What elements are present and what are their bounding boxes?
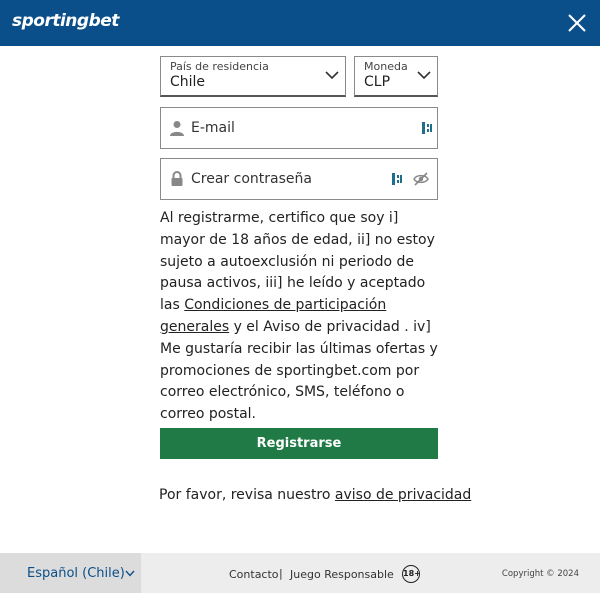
currency-label: Moneda (364, 60, 408, 73)
password-manager-icon[interactable] (391, 172, 403, 186)
password-manager-icon[interactable] (421, 121, 433, 135)
contact-link[interactable]: Contacto (229, 568, 279, 581)
privacy-text: Por favor, revisa nuestro (159, 487, 335, 503)
chevron-down-icon (325, 71, 339, 80)
sportingbet-logo[interactable]: sportingbet (12, 11, 119, 31)
register-button[interactable]: Registrarse (160, 428, 438, 459)
footer: Español (Chile) Contacto | Juego Respons… (0, 553, 600, 593)
header: sportingbet (0, 0, 600, 46)
currency-select[interactable]: Moneda CLP (354, 56, 438, 97)
eye-off-icon[interactable] (413, 172, 429, 186)
chevron-down-icon (125, 570, 135, 577)
password-input[interactable] (191, 159, 391, 199)
age-18-badge-icon: 18+ (402, 565, 421, 583)
currency-value: CLP (364, 74, 391, 90)
country-label: País de residencia (170, 60, 269, 73)
lock-icon (171, 171, 183, 186)
close-icon[interactable] (566, 12, 588, 34)
country-select[interactable]: País de residencia Chile (160, 56, 346, 97)
chevron-down-icon (417, 71, 431, 80)
logo-text-b: bet (88, 11, 120, 31)
logo-text-a: sporting (12, 11, 89, 31)
language-label: Español (Chile) (27, 566, 125, 581)
privacy-link[interactable]: aviso de privacidad (335, 487, 471, 503)
password-field (160, 158, 438, 200)
email-input[interactable] (191, 108, 391, 148)
copyright: Copyright © 2024 (501, 569, 579, 579)
country-value: Chile (170, 74, 206, 90)
privacy-notice: Por favor, revisa nuestro aviso de priva… (159, 487, 471, 503)
language-selector[interactable]: Español (Chile) (0, 553, 141, 593)
terms-text: Al registrarme, certifico que soy i] may… (160, 208, 442, 426)
user-icon (170, 121, 184, 136)
responsible-gaming-link[interactable]: Juego Responsable (290, 568, 394, 581)
email-field (160, 107, 438, 149)
footer-separator: | (279, 567, 283, 580)
